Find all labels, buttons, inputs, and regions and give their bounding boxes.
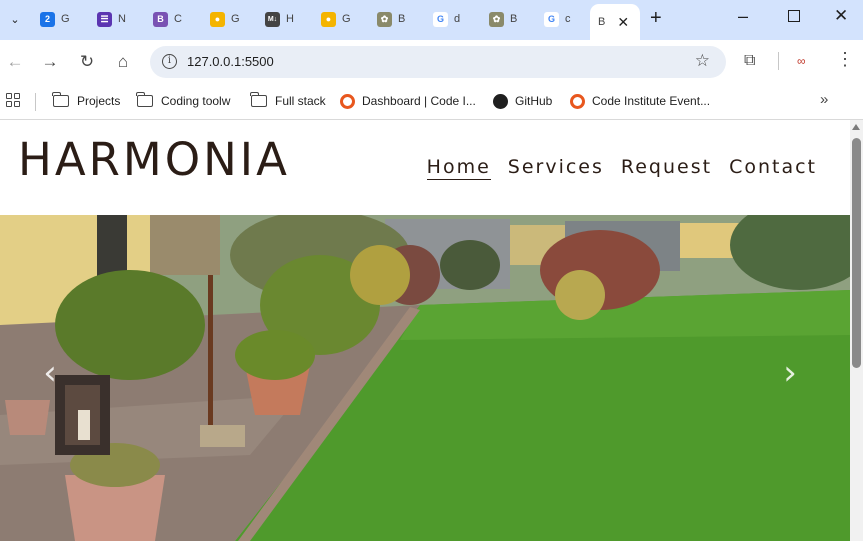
bookmark-dashboard[interactable]: Dashboard | Code I... bbox=[340, 92, 476, 110]
garden-photo bbox=[0, 215, 850, 541]
tab-2[interactable]: ☰ N bbox=[97, 6, 126, 32]
main-nav: Home Services Request Contact bbox=[426, 156, 817, 180]
home-icon[interactable]: ⌂ bbox=[112, 51, 134, 73]
more-bookmarks-icon[interactable]: » bbox=[820, 91, 828, 108]
code-institute-icon bbox=[340, 93, 355, 109]
tab-6[interactable]: ● G bbox=[321, 6, 351, 32]
google-icon: G bbox=[544, 11, 559, 27]
plant-icon: ✿ bbox=[377, 11, 392, 27]
keep-icon: ● bbox=[210, 11, 225, 27]
bookmark-label: Coding toolw bbox=[161, 94, 231, 108]
bookmark-label: Projects bbox=[77, 94, 121, 108]
list-icon: ☰ bbox=[97, 11, 112, 27]
tab-9[interactable]: ✿ B bbox=[489, 6, 517, 32]
bookmark-label: Dashboard | Code I... bbox=[362, 94, 476, 108]
tab-title: B bbox=[510, 13, 518, 25]
tab-8[interactable]: G d bbox=[433, 6, 460, 32]
toolbar-divider bbox=[778, 52, 779, 70]
address-bar[interactable]: i 127.0.0.1:5500 ☆ bbox=[150, 46, 726, 78]
apps-grid-icon[interactable] bbox=[6, 93, 20, 107]
site-info-icon[interactable]: i bbox=[162, 54, 177, 69]
reload-icon[interactable]: ↻ bbox=[76, 51, 98, 73]
tab-1[interactable]: 2 G bbox=[40, 6, 70, 32]
browser-toolbar: ← → ↻ ⌂ i 127.0.0.1:5500 ☆ ⧉ ∞ ⋮ bbox=[0, 40, 863, 84]
nav-contact[interactable]: Contact bbox=[729, 156, 817, 180]
folder-icon bbox=[136, 92, 153, 107]
tab-title: d bbox=[454, 13, 461, 25]
new-tab-button[interactable]: + bbox=[650, 8, 662, 28]
url-text[interactable]: 127.0.0.1:5500 bbox=[187, 54, 274, 69]
tab-title: B bbox=[598, 16, 606, 28]
tab-title: G bbox=[231, 13, 240, 25]
bookmark-full-stack[interactable]: Full stack bbox=[250, 92, 326, 110]
google-icon: G bbox=[433, 11, 448, 27]
tab-title: B bbox=[398, 13, 406, 25]
tab-title: H bbox=[286, 13, 294, 25]
bookmark-label: Full stack bbox=[275, 94, 326, 108]
page-scrollbar[interactable] bbox=[850, 120, 863, 541]
tab-7[interactable]: ✿ B bbox=[377, 6, 405, 32]
tab-title: G bbox=[342, 13, 351, 25]
bookmark-label: GitHub bbox=[515, 94, 553, 108]
close-window-icon[interactable]: ✕ bbox=[834, 6, 848, 26]
code-institute-icon bbox=[570, 93, 585, 109]
folder-icon bbox=[250, 92, 267, 107]
extensions-icon[interactable]: ⧉ bbox=[744, 52, 755, 70]
calendar-icon: 2 bbox=[40, 11, 55, 27]
carousel-prev-icon[interactable]: ‹ bbox=[36, 353, 64, 393]
hero-carousel: ‹ › bbox=[0, 215, 850, 541]
minimize-icon[interactable]: – bbox=[738, 6, 748, 27]
tab-title: C bbox=[174, 13, 182, 25]
bookmark-github[interactable]: GitHub bbox=[493, 92, 552, 110]
bookmark-coding-tools[interactable]: Coding toolw bbox=[136, 92, 231, 110]
tab-title: c bbox=[565, 13, 571, 25]
folder-icon bbox=[52, 92, 69, 107]
tab-10[interactable]: G c bbox=[544, 6, 571, 32]
bookmark-code-institute-events[interactable]: Code Institute Event... bbox=[570, 92, 710, 110]
bookmark-star-icon[interactable]: ☆ bbox=[695, 51, 710, 71]
back-arrow-icon[interactable]: ← bbox=[4, 51, 26, 73]
bookmark-label: Code Institute Event... bbox=[592, 94, 711, 108]
tab-title: G bbox=[61, 13, 70, 25]
close-tab-icon[interactable]: ✕ bbox=[617, 14, 629, 31]
carousel-next-icon[interactable]: › bbox=[776, 353, 804, 393]
bookmarks-bar: Projects Coding toolw Full stack Dashboa… bbox=[0, 84, 863, 120]
maximize-icon[interactable] bbox=[788, 10, 800, 22]
profile-icon[interactable]: ∞ bbox=[797, 54, 806, 68]
github-icon bbox=[493, 93, 508, 109]
tab-3[interactable]: B C bbox=[153, 6, 182, 32]
markdown-icon: M↓ bbox=[265, 11, 280, 27]
tab-5[interactable]: M↓ H bbox=[265, 6, 294, 32]
tab-search-button[interactable]: ⌄ bbox=[4, 8, 26, 30]
scrollbar-thumb[interactable] bbox=[852, 138, 861, 368]
bookmarks-divider bbox=[35, 93, 36, 111]
site-logo[interactable]: HARMONIA bbox=[18, 133, 290, 186]
nav-services[interactable]: Services bbox=[508, 156, 604, 180]
plant-icon: ✿ bbox=[489, 11, 504, 27]
keep-icon: ● bbox=[321, 11, 336, 27]
menu-kebab-icon[interactable]: ⋮ bbox=[836, 49, 854, 70]
nav-request[interactable]: Request bbox=[621, 156, 712, 180]
tab-active[interactable]: B ✕ bbox=[590, 4, 640, 40]
tab-strip: ⌄ 2 G ☰ N B C ● G M↓ H ● G ✿ B G d ✿ B G… bbox=[0, 0, 863, 40]
bootstrap-icon: B bbox=[153, 11, 168, 27]
scroll-up-icon[interactable] bbox=[852, 124, 860, 130]
forward-arrow-icon[interactable]: → bbox=[39, 51, 61, 73]
bookmark-projects[interactable]: Projects bbox=[52, 92, 121, 110]
web-page: HARMONIA Home Services Request Contact ‹… bbox=[0, 120, 850, 541]
tab-4[interactable]: ● G bbox=[210, 6, 240, 32]
nav-home[interactable]: Home bbox=[426, 156, 491, 180]
tab-title: N bbox=[118, 13, 126, 25]
